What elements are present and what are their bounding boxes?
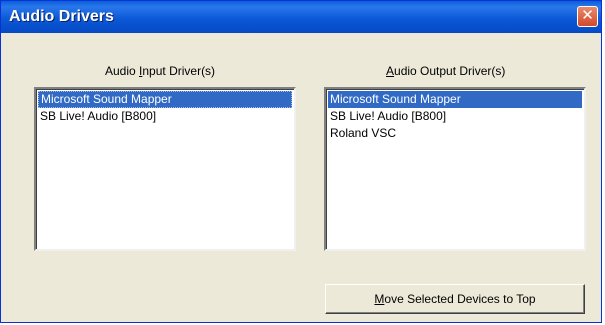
close-icon: ✕: [581, 7, 594, 24]
title-bar[interactable]: Audio Drivers ✕: [1, 1, 601, 33]
audio-output-drivers-list[interactable]: Microsoft Sound Mapper SB Live! Audio [B…: [324, 87, 586, 251]
audio-output-drivers-label: Audio Output Driver(s): [386, 64, 506, 78]
close-button[interactable]: ✕: [577, 6, 598, 27]
output-driver-item[interactable]: Microsoft Sound Mapper: [328, 91, 582, 108]
output-driver-item[interactable]: SB Live! Audio [B800]: [328, 108, 582, 125]
move-selected-devices-to-top-button[interactable]: Move Selected Devices to Top: [325, 284, 585, 314]
output-driver-item[interactable]: Roland VSC: [328, 125, 582, 142]
input-driver-item[interactable]: Microsoft Sound Mapper: [38, 91, 292, 108]
audio-drivers-dialog: Audio Drivers ✕ Audio Input Driver(s) Au…: [0, 0, 602, 323]
audio-input-drivers-list[interactable]: Microsoft Sound Mapper SB Live! Audio [B…: [34, 87, 296, 251]
audio-input-drivers-label: Audio Input Driver(s): [105, 64, 216, 78]
window-title: Audio Drivers: [9, 8, 114, 25]
input-driver-item[interactable]: SB Live! Audio [B800]: [38, 108, 292, 125]
